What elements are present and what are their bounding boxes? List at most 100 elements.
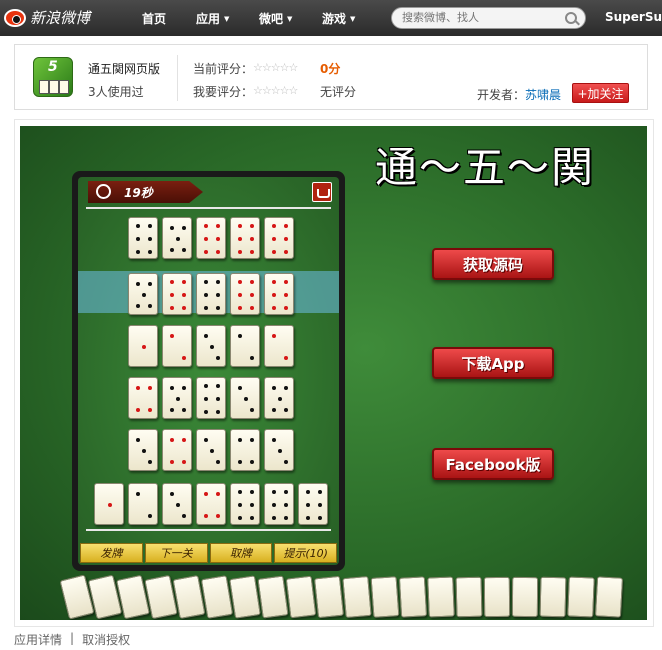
- facebook-version-button[interactable]: Facebook版: [432, 448, 554, 480]
- domino-tile[interactable]: [230, 429, 260, 471]
- domino-pip: [284, 503, 288, 507]
- hint-button[interactable]: 提示(10): [274, 543, 337, 563]
- nav-weiba[interactable]: 微吧 ▼: [259, 10, 292, 27]
- domino-pip: [136, 492, 140, 496]
- domino-pip: [284, 306, 288, 310]
- domino-tile[interactable]: [196, 217, 226, 259]
- domino-tile[interactable]: [314, 575, 344, 619]
- domino-tile[interactable]: [128, 377, 158, 419]
- weibo-logo[interactable]: 新浪微博: [4, 7, 90, 28]
- domino-pip: [216, 384, 220, 388]
- domino-tile[interactable]: [162, 217, 192, 259]
- domino-pip: [216, 293, 220, 297]
- follow-button[interactable]: +加关注: [572, 83, 629, 103]
- domino-tile[interactable]: [162, 429, 192, 471]
- current-rating-stars: ☆☆☆☆☆: [253, 61, 298, 74]
- domino-tile[interactable]: [264, 377, 294, 419]
- domino-tile[interactable]: [264, 325, 294, 367]
- domino-tile[interactable]: [594, 576, 624, 618]
- domino-tile[interactable]: [229, 575, 261, 619]
- domino-pip: [216, 410, 220, 414]
- app-icon: 5: [33, 57, 73, 97]
- domino-tile[interactable]: [196, 377, 226, 419]
- app-users-count: 3人使用过: [88, 85, 144, 99]
- user-name[interactable]: SuperSu...: [605, 10, 662, 24]
- domino-tile[interactable]: [257, 575, 289, 619]
- domino-pip: [176, 503, 180, 507]
- nav-apps[interactable]: 应用 ▼: [196, 10, 229, 27]
- board-button-bar: 发牌 下一关 取牌 提示(10): [80, 543, 337, 563]
- domino-tile[interactable]: [196, 483, 226, 525]
- domino-tile[interactable]: [162, 273, 192, 315]
- domino-tile[interactable]: [162, 325, 192, 367]
- domino-pip: [182, 514, 186, 518]
- domino-tile[interactable]: [230, 325, 260, 367]
- domino-pip: [170, 293, 174, 297]
- domino-pip: [244, 397, 248, 401]
- app-icon-number: 5: [48, 59, 58, 75]
- domino-pip: [204, 397, 208, 401]
- domino-tile[interactable]: [511, 576, 539, 618]
- domino-tile[interactable]: [427, 576, 455, 618]
- domino-pip: [170, 334, 174, 338]
- domino-tile[interactable]: [196, 429, 226, 471]
- developer-link[interactable]: 苏啸晨: [525, 86, 561, 103]
- domino-tile[interactable]: [264, 273, 294, 315]
- domino-pip: [250, 237, 254, 241]
- domino-tile[interactable]: [196, 273, 226, 315]
- domino-tile[interactable]: [567, 576, 595, 618]
- nav-games[interactable]: 游戏 ▼: [322, 10, 355, 27]
- domino-pip: [284, 224, 288, 228]
- domino-pip: [216, 356, 220, 360]
- domino-tile[interactable]: [196, 325, 226, 367]
- domino-tile[interactable]: [230, 483, 260, 525]
- domino-tile[interactable]: [200, 575, 234, 619]
- domino-tile[interactable]: [264, 429, 294, 471]
- search-icon[interactable]: [565, 12, 577, 24]
- domino-tile[interactable]: [230, 217, 260, 259]
- domino-tile[interactable]: [162, 483, 192, 525]
- domino-tile[interactable]: [94, 483, 124, 525]
- domino-tile[interactable]: [128, 429, 158, 471]
- domino-tile[interactable]: [298, 483, 328, 525]
- app-details-link[interactable]: 应用详情: [14, 631, 62, 648]
- domino-pip: [284, 408, 288, 412]
- domino-tile[interactable]: [230, 273, 260, 315]
- domino-tile[interactable]: [162, 377, 192, 419]
- download-app-button[interactable]: 下载App: [432, 347, 554, 379]
- domino-pip: [148, 224, 152, 228]
- domino-pip: [250, 280, 254, 284]
- game-canvas[interactable]: 通～五～関 19秒 发牌 下一关 取牌 提示(10) 获取源码 下载App Fa…: [20, 126, 647, 620]
- game-board-panel: 19秒 发牌 下一关 取牌 提示(10): [72, 171, 345, 571]
- domino-tile[interactable]: [342, 575, 372, 619]
- domino-tile[interactable]: [128, 325, 158, 367]
- domino-icon: [59, 80, 69, 94]
- domino-tile[interactable]: [128, 273, 158, 315]
- domino-pip: [216, 397, 220, 401]
- deal-button[interactable]: 发牌: [80, 543, 143, 563]
- domino-tile[interactable]: [264, 483, 294, 525]
- domino-tile[interactable]: [264, 217, 294, 259]
- domino-tile[interactable]: [370, 576, 400, 618]
- draw-tile-button[interactable]: 取牌: [209, 543, 273, 563]
- coffee-cup-icon[interactable]: [312, 182, 332, 202]
- revoke-authorization-link[interactable]: 取消授权: [82, 631, 130, 648]
- developer-label: 开发者：: [477, 88, 526, 102]
- domino-pip: [272, 280, 276, 284]
- domino-tile[interactable]: [128, 483, 158, 525]
- domino-tile[interactable]: [455, 576, 483, 618]
- domino-tile[interactable]: [483, 576, 511, 618]
- next-level-button[interactable]: 下一关: [144, 543, 208, 563]
- nav-home[interactable]: 首页: [142, 10, 166, 27]
- domino-tile[interactable]: [398, 576, 428, 618]
- domino-pip: [272, 490, 276, 494]
- domino-tile[interactable]: [128, 217, 158, 259]
- domino-tile[interactable]: [285, 575, 317, 619]
- get-source-button[interactable]: 获取源码: [432, 248, 554, 280]
- search-input[interactable]: [402, 11, 562, 24]
- my-rating-stars[interactable]: ☆☆☆☆☆: [253, 84, 298, 97]
- domino-tile[interactable]: [230, 377, 260, 419]
- domino-pip: [272, 306, 276, 310]
- domino-tile[interactable]: [539, 576, 567, 618]
- domino-pip: [182, 408, 186, 412]
